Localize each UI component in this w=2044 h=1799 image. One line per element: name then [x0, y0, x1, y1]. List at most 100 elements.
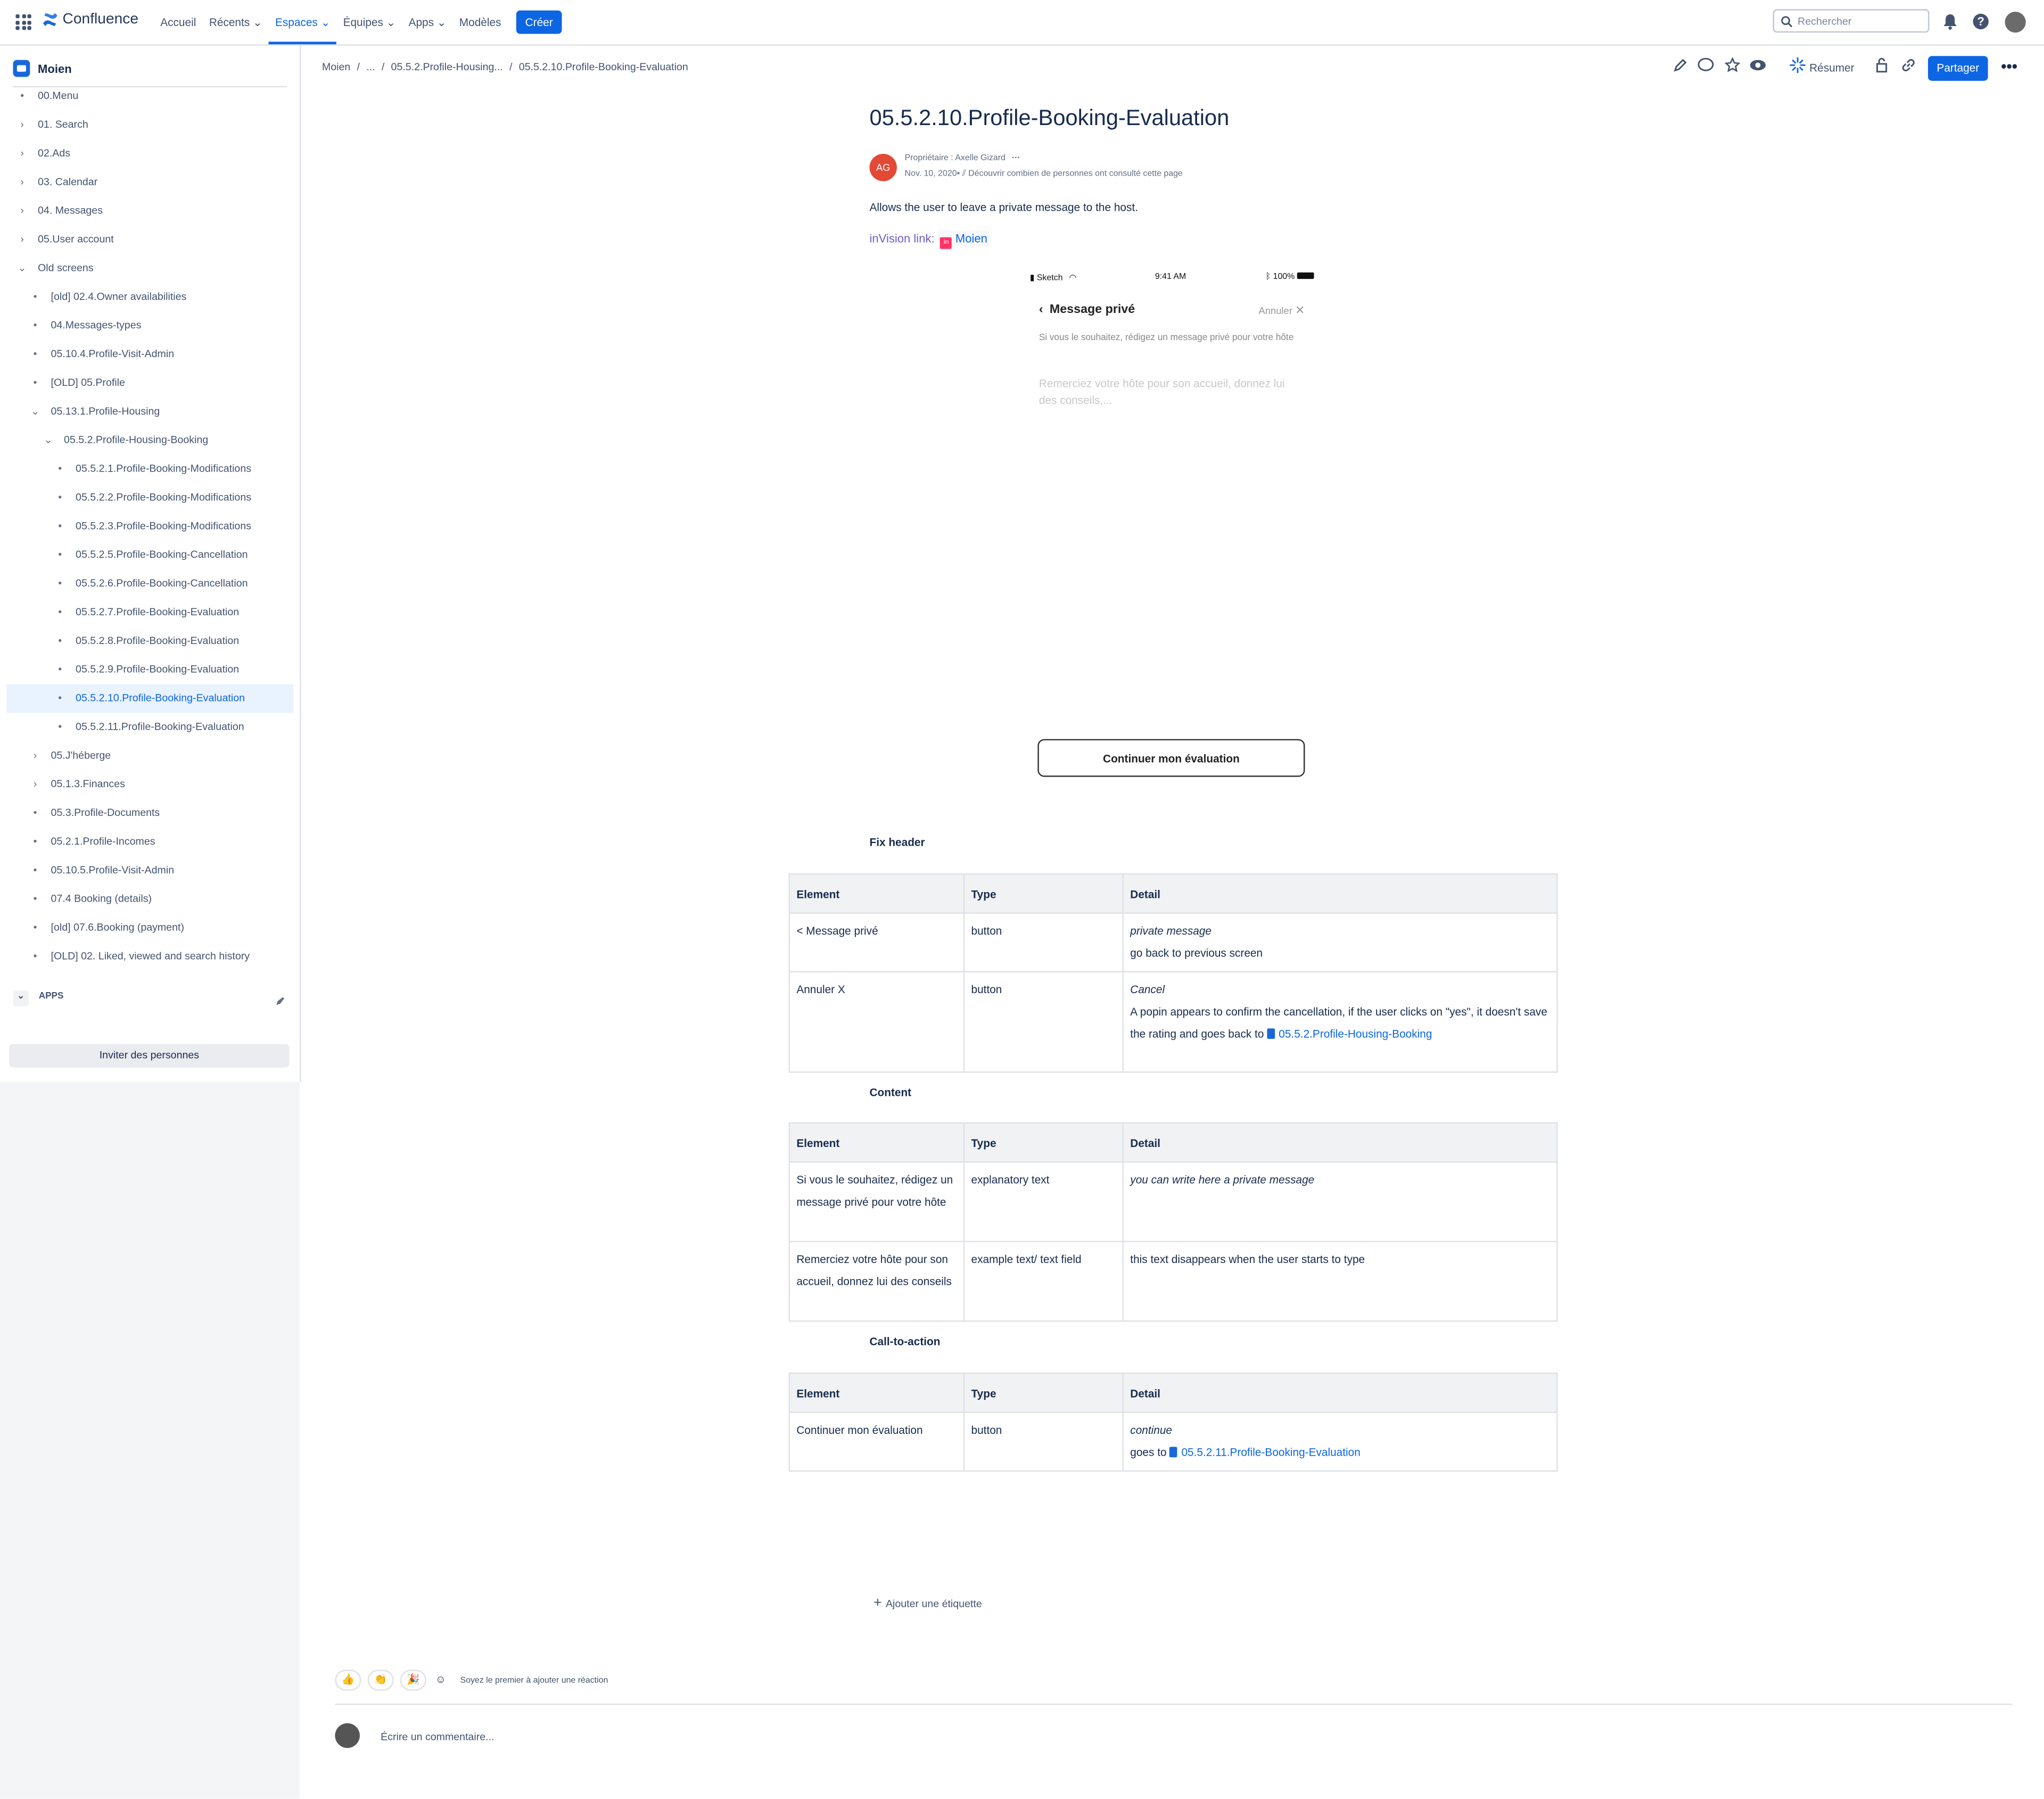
add-label-button[interactable]: + Ajouter une étiquette [873, 1596, 982, 1611]
mockup-screen: ▮ Sketch ◠ 9:41 AM ᛒ 100% ‹ Message privé… [1026, 266, 1320, 788]
invite-people-button[interactable]: Inviter des personnes [9, 1044, 290, 1068]
sidebar-tree-item[interactable]: › 05.User account [0, 226, 300, 254]
chevron-down-icon[interactable]: ⌄ [30, 398, 40, 426]
divider [335, 1703, 2013, 1705]
owner-avatar[interactable]: AG [869, 153, 897, 181]
sidebar-tree-item[interactable]: • 05.3.Profile-Documents [0, 799, 300, 828]
comment-icon[interactable] [1697, 57, 1715, 73]
link-icon[interactable] [1901, 57, 1916, 73]
sidebar-tree-item[interactable]: • 05.5.2.5.Profile-Booking-Cancellation [0, 541, 300, 570]
breadcrumb-separator: / [381, 61, 385, 73]
sidebar-tree-item[interactable]: • [OLD] 02. Liked, viewed and search hist… [0, 943, 300, 971]
analytics-link[interactable]: Découvrir combien de personnes ont consu… [968, 169, 1183, 178]
nav-accueil[interactable]: Accueil [154, 0, 203, 44]
chevron-right-icon[interactable]: › [30, 741, 40, 770]
chevron-right-icon[interactable]: › [17, 139, 28, 168]
sidebar-tree-item[interactable]: › 05.1.3.Finances [0, 770, 300, 799]
sidebar-tree-item[interactable]: • 05.5.2.6.Profile-Booking-Cancellation [0, 570, 300, 598]
watch-icon[interactable] [1750, 57, 1767, 73]
sidebar-tree-item[interactable]: • 05.5.2.8.Profile-Booking-Evaluation [0, 627, 300, 656]
breadcrumb-space[interactable]: Moien [322, 61, 350, 73]
plus-icon: + [873, 1595, 882, 1611]
star-icon[interactable] [1725, 57, 1741, 73]
nav-equipes[interactable]: Équipes ⌄ [336, 0, 402, 44]
sidebar-tree-item[interactable]: • 05.5.2.9.Profile-Booking-Evaluation [0, 656, 300, 684]
sidebar-tree-item[interactable]: • 05.5.2.1.Profile-Booking-Modifications [0, 455, 300, 484]
sidebar-tree-item[interactable]: • 05.2.1.Profile-Incomes [0, 828, 300, 856]
sidebar-tree-item[interactable]: • 05.5.2.10.Profile-Booking-Evaluation [6, 684, 294, 713]
search-input[interactable]: Rechercher [1773, 9, 1930, 33]
more-icon[interactable]: ··· [1012, 154, 1020, 163]
restrictions-icon[interactable] [1873, 57, 1889, 73]
app-switcher-icon[interactable] [15, 14, 31, 30]
detail-prefix: goes to [1130, 1445, 1167, 1459]
help-icon[interactable]: ? [1972, 13, 1989, 30]
apps-section-header[interactable]: ⌄ APPS [13, 991, 63, 1006]
sidebar-tree-item[interactable]: • [old] 07.6.Booking (payment) [0, 914, 300, 943]
sidebar-tree-item[interactable]: • 04.Messages-types [0, 311, 300, 340]
sidebar-tree-item[interactable]: • 05.5.2.7.Profile-Booking-Evaluation [0, 598, 300, 627]
comment-input[interactable]: Écrire un commentaire... [381, 1731, 494, 1743]
search-icon [1781, 16, 1793, 28]
sidebar-tree-item[interactable]: › 05.J'héberge [0, 741, 300, 770]
sidebar-tree-item[interactable]: • [OLD] 05.Profile [0, 369, 300, 398]
nav-recents[interactable]: Récents ⌄ [203, 0, 269, 44]
nav-recents-label: Récents [209, 15, 250, 29]
chevron-right-icon[interactable]: › [17, 111, 28, 139]
cell-element: Continuer mon évaluation [788, 1412, 965, 1472]
clap-reaction-icon[interactable]: 👏 [367, 1670, 394, 1691]
sidebar-tree-label: 05.5.2.3.Profile-Booking-Modifications [76, 520, 252, 532]
page-link[interactable]: 05.5.2.Profile-Housing-Booking [1267, 1027, 1432, 1040]
sidebar-tree-item[interactable]: • 05.10.4.Profile-Visit-Admin [0, 340, 300, 369]
owner-label[interactable]: Propriétaire : Axelle Gizard [905, 154, 1005, 163]
invision-label: inVision link [869, 232, 932, 245]
phone-cta-button: Continuer mon évaluation [1037, 739, 1305, 777]
chevron-down-icon[interactable]: ⌄ [17, 254, 28, 283]
party-reaction-icon[interactable]: 🎉 [400, 1670, 426, 1691]
nav-espaces[interactable]: Espaces ⌄ [268, 0, 337, 45]
sidebar-tree-item[interactable]: › 01. Search [0, 111, 300, 139]
sidebar-tree-item[interactable]: • 00.Menu [0, 82, 300, 111]
chevron-right-icon[interactable]: › [17, 168, 28, 197]
invision-link[interactable]: in Moien [937, 230, 990, 249]
edit-icon[interactable] [1672, 57, 1688, 73]
chevron-right-icon[interactable]: › [30, 770, 40, 799]
sidebar-tree-item[interactable]: • 07.4 Booking (details) [0, 885, 300, 914]
nav-modeles[interactable]: Modèles [453, 0, 508, 44]
cell-type: explanatory text [963, 1161, 1124, 1242]
create-button[interactable]: Créer [516, 10, 562, 34]
sidebar-tree-item[interactable]: › 02.Ads [0, 139, 300, 168]
nav-apps[interactable]: Apps ⌄ [402, 0, 452, 44]
page-link[interactable]: 05.5.2.11.Profile-Booking-Evaluation [1169, 1446, 1361, 1458]
breadcrumb-parent[interactable]: 05.5.2.Profile-Housing... [391, 61, 503, 73]
more-actions-icon[interactable]: ••• [2001, 57, 2017, 76]
sidebar-tree-item[interactable]: • 05.5.2.2.Profile-Booking-Modifications [0, 484, 300, 513]
sidebar-tree-item[interactable]: • 05.5.2.3.Profile-Booking-Modifications [0, 512, 300, 541]
bullet-icon: • [58, 520, 62, 532]
sidebar-tree-item[interactable]: › 03. Calendar [0, 168, 300, 197]
edit-apps-icon[interactable] [275, 996, 286, 1006]
confluence-logo[interactable]: Confluence [42, 12, 138, 27]
space-header[interactable]: Moien [13, 60, 72, 77]
chevron-down-icon[interactable]: ⌄ [43, 426, 54, 455]
thumbs-up-reaction-icon[interactable]: 👍 [335, 1670, 361, 1691]
share-button[interactable]: Partager [1928, 56, 1988, 81]
sidebar-tree-item[interactable]: • 05.10.5.Profile-Visit-Admin [0, 856, 300, 885]
sidebar-tree-item[interactable]: ⌄ 05.5.2.Profile-Housing-Booking [0, 426, 300, 455]
sidebar-tree-item[interactable]: › 04. Messages [0, 197, 300, 226]
chevron-right-icon[interactable]: › [17, 197, 28, 226]
sidebar-tree-item[interactable]: ⌄ 05.13.1.Profile-Housing [0, 398, 300, 426]
sidebar-tree-item[interactable]: • 05.5.2.11.Profile-Booking-Evaluation [0, 713, 300, 742]
breadcrumb-current[interactable]: 05.5.2.10.Profile-Booking-Evaluation [519, 61, 688, 73]
sidebar-tree-label: 00.Menu [38, 89, 79, 102]
sidebar-tree-item[interactable]: ⌄ Old screens [0, 254, 300, 283]
breadcrumb-ellipsis[interactable]: ... [366, 61, 375, 73]
summarize-button[interactable]: Résumer [1809, 61, 1854, 74]
notifications-icon[interactable] [1942, 13, 1958, 30]
sidebar-tree-item[interactable]: • [old] 02.4.Owner availabilities [0, 283, 300, 311]
section-fix-header: Fix header [869, 835, 925, 849]
add-reaction-icon[interactable]: ☺ [433, 1671, 448, 1689]
ai-summary-icon[interactable] [1790, 57, 1806, 73]
chevron-right-icon[interactable]: › [17, 226, 28, 254]
user-avatar[interactable] [2005, 12, 2026, 33]
